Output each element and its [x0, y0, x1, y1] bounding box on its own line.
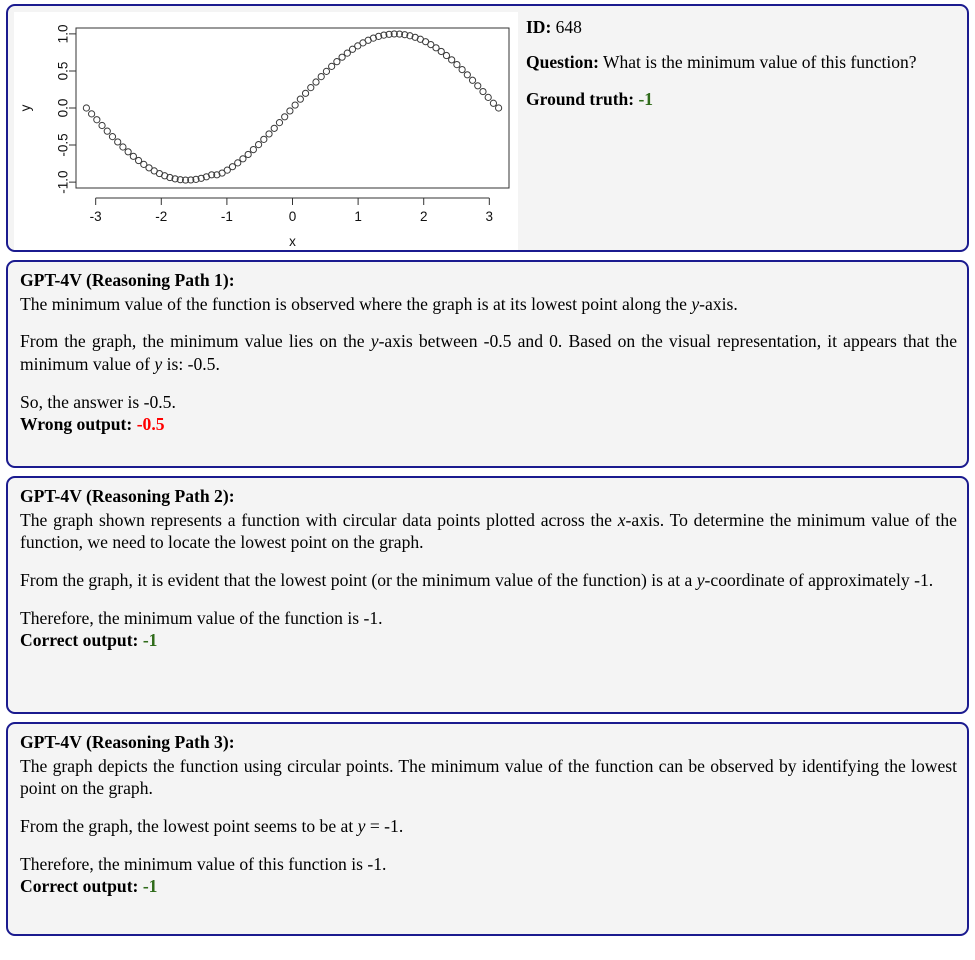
- reasoning-path-3-title: GPT-4V (Reasoning Path 3):: [20, 732, 235, 752]
- qa-pane: ID: 648 Question: What is the minimum va…: [518, 6, 967, 250]
- svg-text:y: y: [18, 104, 33, 111]
- svg-text:0.0: 0.0: [56, 99, 71, 118]
- outcome-value: -1: [142, 630, 158, 651]
- reasoning-path-1-title: GPT-4V (Reasoning Path 1):: [20, 270, 235, 290]
- page-root: -1.0 -0.5 0.0 0.5 1.0 -3 -2 -1 0 1 2 3 x y ID: 648 Qu…: [0, 0, 975, 960]
- reasoning-path-2-paragraph-3: Therefore, the minimum value of the func…: [20, 607, 383, 628]
- question-card: -1.0 -0.5 0.0 0.5 1.0 -3 -2 -1 0 1 2 3 x y ID: 648 Qu…: [6, 4, 969, 252]
- reasoning-path-2-paragraph-2: From the graph, it is evident that the l…: [20, 570, 934, 591]
- svg-text:-2: -2: [155, 209, 167, 224]
- reasoning-path-1-paragraph-1: The minimum value of the function is obs…: [20, 293, 738, 314]
- reasoning-path-1-paragraph-2: From the graph, the minimum value lies o…: [20, 331, 957, 375]
- svg-text:2: 2: [420, 209, 428, 224]
- svg-text:-3: -3: [90, 209, 102, 224]
- id-line: ID: 648: [526, 16, 957, 39]
- reasoning-path-2-paragraph-1: The graph shown represents a function wi…: [20, 509, 957, 553]
- svg-text:-1: -1: [221, 209, 233, 224]
- reasoning-path-2-title: GPT-4V (Reasoning Path 2):: [20, 486, 235, 506]
- question-text: What is the minimum value of this functi…: [603, 51, 917, 72]
- svg-text:3: 3: [486, 209, 494, 224]
- id-label: ID:: [526, 17, 552, 37]
- svg-text:-0.5: -0.5: [56, 133, 71, 156]
- chart-plot-area: -1.0 -0.5 0.0 0.5 1.0 -3 -2 -1 0 1 2 3 x y: [14, 12, 518, 250]
- ground-truth-line: Ground truth: -1: [526, 88, 957, 111]
- reasoning-path-3-outcome: Correct output: -1: [20, 875, 957, 898]
- outcome-label: Correct output:: [20, 876, 139, 897]
- outcome-label: Wrong output:: [20, 414, 133, 435]
- reasoning-path-3-paragraph-2: From the graph, the lowest point seems t…: [20, 816, 404, 837]
- svg-text:1: 1: [354, 209, 362, 224]
- reasoning-path-2-card: GPT-4V (Reasoning Path 2): The graph sho…: [6, 476, 969, 714]
- reasoning-path-2-outcome: Correct output: -1: [20, 629, 957, 652]
- reasoning-path-3-card: GPT-4V (Reasoning Path 3): The graph dep…: [6, 722, 969, 936]
- ground-truth-value: -1: [638, 88, 654, 109]
- reasoning-path-1-paragraph-3: So, the answer is -0.5.: [20, 391, 176, 412]
- svg-text:x: x: [289, 234, 296, 249]
- outcome-value: -0.5: [136, 414, 165, 435]
- svg-text:-1.0: -1.0: [56, 170, 71, 193]
- sine-scatter-chart: -1.0 -0.5 0.0 0.5 1.0 -3 -2 -1 0 1 2 3 x y: [18, 25, 510, 249]
- outcome-value: -1: [142, 876, 158, 897]
- reasoning-path-3-paragraph-1: The graph depicts the function using cir…: [20, 755, 957, 799]
- reasoning-path-1-outcome: Wrong output: -0.5: [20, 413, 957, 436]
- question-line: Question: What is the minimum value of t…: [526, 51, 957, 74]
- outcome-label: Correct output:: [20, 630, 139, 651]
- svg-text:0: 0: [289, 209, 297, 224]
- reasoning-path-3-paragraph-3: Therefore, the minimum value of this fun…: [20, 853, 387, 874]
- question-label: Question:: [526, 51, 599, 72]
- svg-text:0.5: 0.5: [56, 62, 71, 81]
- id-value: 648: [555, 17, 582, 37]
- svg-text:1.0: 1.0: [56, 25, 71, 44]
- ground-truth-label: Ground truth:: [526, 88, 635, 109]
- reasoning-path-1-card: GPT-4V (Reasoning Path 1): The minimum v…: [6, 260, 969, 468]
- chart-panel: -1.0 -0.5 0.0 0.5 1.0 -3 -2 -1 0 1 2 3 x y: [14, 12, 518, 250]
